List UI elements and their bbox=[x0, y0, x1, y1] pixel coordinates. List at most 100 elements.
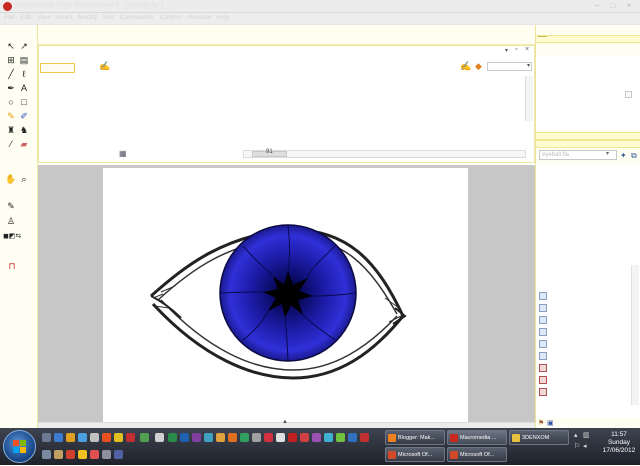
timeline-vscrollbar[interactable] bbox=[525, 76, 533, 121]
symbol-color-icon[interactable]: ◆ bbox=[475, 61, 482, 72]
menu-modify[interactable]: Modify bbox=[78, 14, 97, 21]
task-button-folder[interactable]: 3DENXOM bbox=[509, 430, 569, 445]
default-colors-icon[interactable]: ◼◩⇆ bbox=[3, 231, 21, 243]
task-button-office-1[interactable]: Microsoft Of... bbox=[385, 447, 445, 462]
quicklaunch-icon[interactable] bbox=[126, 433, 135, 442]
brush-tool-icon[interactable]: ✐ bbox=[18, 110, 30, 122]
menu-insert[interactable]: Insert bbox=[56, 14, 72, 21]
stroke-color-icon[interactable]: ✎ bbox=[5, 200, 17, 212]
scroll-up-arrow-icon[interactable]: ▲ bbox=[282, 419, 288, 425]
zoom-tool-icon[interactable]: ⌕ bbox=[18, 173, 30, 185]
minimize-button[interactable]: – bbox=[590, 1, 604, 11]
library-item-icon[interactable] bbox=[539, 364, 547, 372]
quicklaunch-icon[interactable] bbox=[90, 450, 99, 459]
quicklaunch-icon[interactable] bbox=[78, 450, 87, 459]
quicklaunch-icon[interactable] bbox=[264, 433, 273, 442]
maximize-button[interactable]: □ bbox=[606, 1, 620, 11]
start-button[interactable] bbox=[3, 430, 36, 463]
quicklaunch-icon[interactable] bbox=[102, 450, 111, 459]
menu-text[interactable]: Text bbox=[102, 14, 114, 21]
library-dropdown-arrow-icon[interactable]: ▾ bbox=[606, 150, 609, 157]
quicklaunch-icon[interactable] bbox=[114, 433, 123, 442]
rectangle-tool-icon[interactable]: □ bbox=[18, 96, 30, 108]
quicklaunch-icon[interactable] bbox=[140, 433, 149, 442]
quicklaunch-icon[interactable] bbox=[42, 450, 51, 459]
quicklaunch-icon[interactable] bbox=[180, 433, 189, 442]
library-item-icon[interactable] bbox=[539, 304, 547, 312]
library-item-icon[interactable] bbox=[539, 328, 547, 336]
eraser-tool-icon[interactable]: ▰ bbox=[18, 138, 30, 150]
task-button-macromedia[interactable]: Macromedia ... bbox=[447, 430, 507, 445]
fill-color-icon[interactable]: ♙ bbox=[5, 215, 17, 227]
paint-bucket-tool-icon[interactable]: ♞ bbox=[18, 124, 30, 136]
quicklaunch-icon[interactable] bbox=[102, 433, 111, 442]
edit-scene-icon[interactable]: ✍ bbox=[99, 61, 110, 72]
menu-commands[interactable]: Commands bbox=[120, 14, 153, 21]
panel-header-actions[interactable] bbox=[536, 35, 640, 43]
quicklaunch-icon[interactable] bbox=[240, 433, 249, 442]
line-tool-icon[interactable]: ╱ bbox=[5, 68, 17, 80]
new-symbol-icon[interactable]: ⚑ bbox=[538, 419, 544, 427]
quicklaunch-icon[interactable] bbox=[168, 433, 177, 442]
show-hidden-icons-icon[interactable]: ▴ bbox=[574, 431, 578, 439]
subselection-tool-icon[interactable]: ↗ bbox=[18, 40, 30, 52]
quicklaunch-icon[interactable] bbox=[54, 450, 63, 459]
close-panel-icon[interactable]: × bbox=[525, 46, 529, 53]
timeline-hscrollbar[interactable]: 91 bbox=[243, 149, 526, 158]
new-library-panel-icon[interactable]: ⧉ bbox=[631, 151, 637, 161]
library-item-icon[interactable] bbox=[539, 340, 547, 348]
menu-window[interactable]: Window bbox=[188, 14, 211, 21]
task-button-office-2[interactable]: Microsoft Of... bbox=[447, 447, 507, 462]
quicklaunch-icon[interactable] bbox=[300, 433, 309, 442]
quicklaunch-icon[interactable] bbox=[54, 433, 63, 442]
menu-help[interactable]: Help bbox=[216, 14, 229, 21]
pin-library-icon[interactable]: ✦ bbox=[620, 151, 627, 160]
menu-control[interactable]: Control bbox=[160, 14, 181, 21]
scene-field[interactable] bbox=[40, 63, 75, 73]
quicklaunch-icon[interactable] bbox=[90, 433, 99, 442]
library-item-icon[interactable] bbox=[539, 388, 547, 396]
panel-header-components[interactable] bbox=[536, 132, 640, 140]
network-icon[interactable]: ▥ bbox=[583, 431, 590, 439]
menu-edit[interactable]: Edit bbox=[20, 14, 31, 21]
zoom-select[interactable]: ▾ bbox=[487, 62, 532, 71]
flash-app-icon[interactable] bbox=[3, 2, 12, 11]
snap-to-objects-icon[interactable]: ⊓ bbox=[6, 260, 18, 272]
quicklaunch-icon[interactable] bbox=[288, 433, 297, 442]
oval-tool-icon[interactable]: ○ bbox=[5, 96, 17, 108]
quicklaunch-icon[interactable] bbox=[114, 450, 123, 459]
quicklaunch-icon[interactable] bbox=[66, 433, 75, 442]
selection-tool-icon[interactable]: ↖ bbox=[5, 40, 17, 52]
restore-panel-icon[interactable]: ▫ bbox=[515, 46, 517, 53]
ink-bottle-tool-icon[interactable]: ♜ bbox=[5, 124, 17, 136]
library-item-icon[interactable] bbox=[539, 376, 547, 384]
panel-collapse-icon[interactable] bbox=[538, 36, 547, 41]
edit-symbols-icon[interactable]: ✍ bbox=[460, 61, 471, 72]
quicklaunch-icon[interactable] bbox=[204, 433, 213, 442]
free-transform-tool-icon[interactable]: ⊞ bbox=[5, 54, 17, 66]
menu-view[interactable]: View bbox=[37, 14, 51, 21]
close-button[interactable]: × bbox=[622, 1, 636, 11]
panel-header-library[interactable] bbox=[536, 140, 640, 148]
library-scrollbar[interactable] bbox=[631, 265, 639, 405]
quicklaunch-icon[interactable] bbox=[216, 433, 225, 442]
clock[interactable]: 11:57 Sunday 17/06/2012 bbox=[600, 431, 638, 455]
library-item-icon[interactable] bbox=[539, 316, 547, 324]
quicklaunch-icon[interactable] bbox=[336, 433, 345, 442]
quicklaunch-icon[interactable] bbox=[252, 433, 261, 442]
panel-toggle-box[interactable] bbox=[625, 91, 632, 98]
text-tool-icon[interactable]: A bbox=[18, 82, 30, 94]
library-item-icon[interactable] bbox=[539, 292, 547, 300]
library-item-icon[interactable] bbox=[539, 352, 547, 360]
menu-file[interactable]: File bbox=[4, 14, 14, 21]
gradient-transform-tool-icon[interactable]: ▤ bbox=[18, 54, 30, 66]
quicklaunch-icon[interactable] bbox=[324, 433, 333, 442]
quicklaunch-icon[interactable] bbox=[66, 450, 75, 459]
quicklaunch-icon[interactable] bbox=[155, 433, 164, 442]
action-center-icon[interactable]: ⚐ bbox=[574, 442, 580, 450]
quicklaunch-icon[interactable] bbox=[78, 433, 87, 442]
pen-tool-icon[interactable]: ✒ bbox=[5, 82, 17, 94]
quicklaunch-icon[interactable] bbox=[360, 433, 369, 442]
panel-options-icon[interactable]: ▾ bbox=[505, 47, 508, 54]
quicklaunch-icon[interactable] bbox=[348, 433, 357, 442]
